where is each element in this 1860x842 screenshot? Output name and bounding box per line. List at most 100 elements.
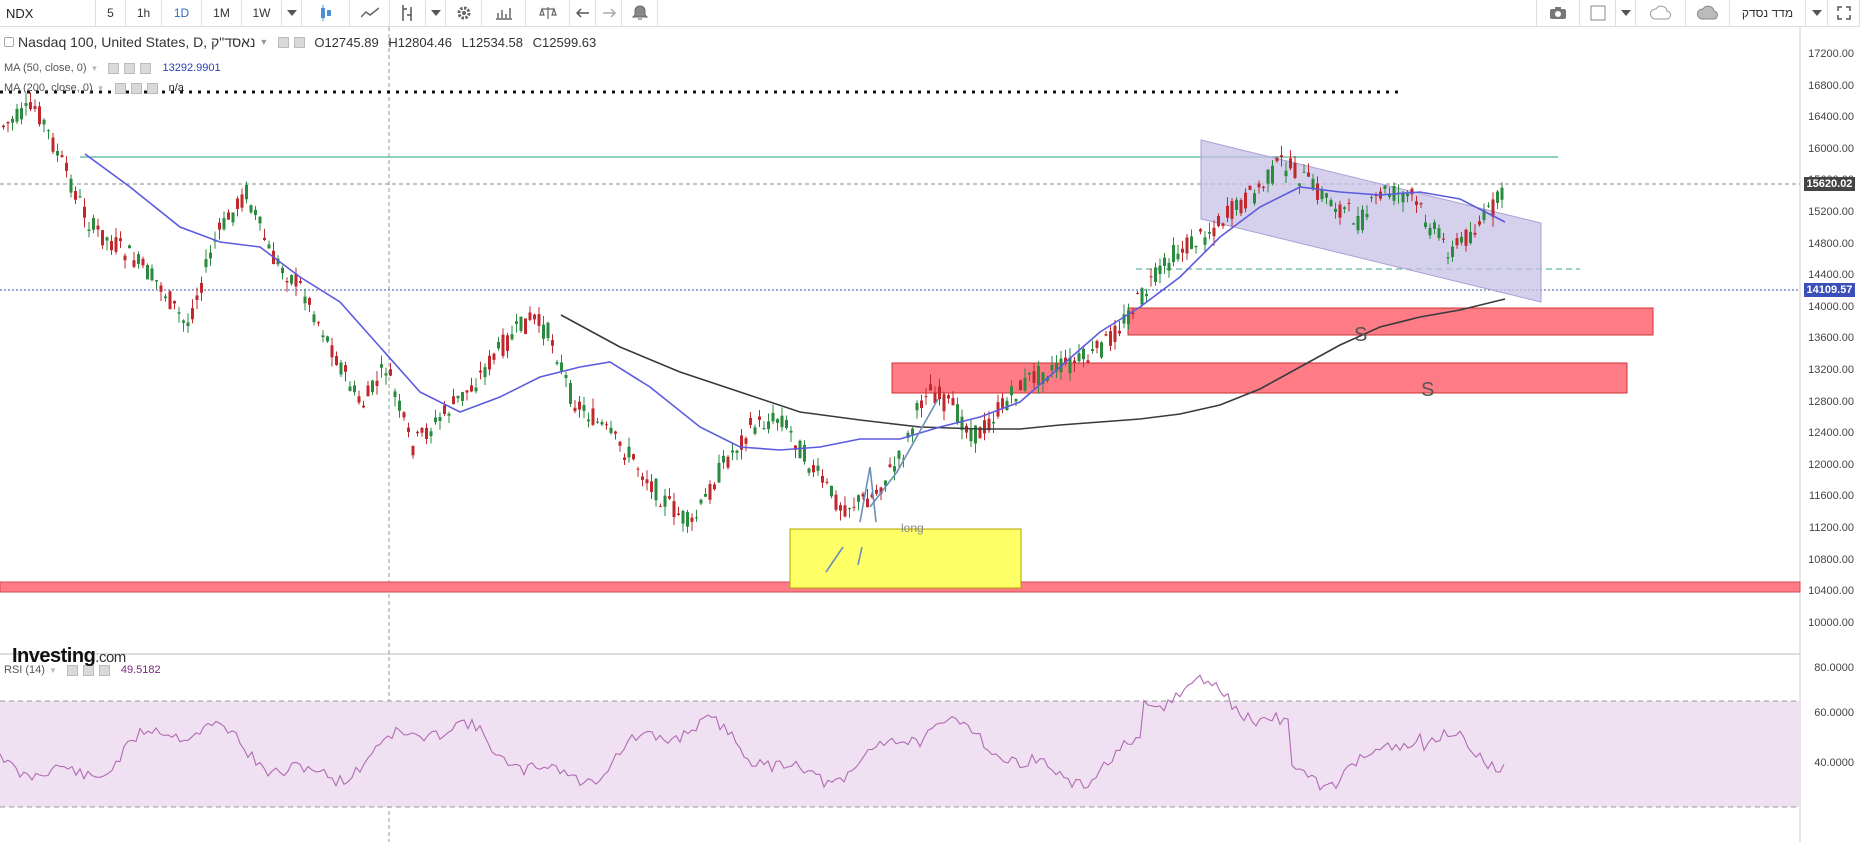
interval-1w[interactable]: 1W [242,0,282,26]
candle-body [371,380,374,393]
interval-dropdown-icon[interactable] [282,0,302,26]
candle-body [677,513,680,515]
line-style-icon[interactable] [350,0,390,26]
candle-body [1181,248,1184,253]
candle-body [137,254,140,264]
candle-body [1293,162,1297,179]
candle-body [605,424,608,426]
candle-body [218,222,221,230]
layout-dropdown-icon[interactable] [1616,0,1636,26]
fullscreen-icon[interactable] [1828,0,1860,26]
interval-1h[interactable]: 1h [126,0,162,26]
candle-body [1194,245,1198,248]
undo-icon[interactable] [570,0,596,26]
candle-body [636,468,640,470]
candle-body [186,322,190,327]
price-chart[interactable] [0,27,1860,842]
candle-body [236,198,239,209]
cloud-download-icon[interactable] [1636,0,1686,26]
ma50-eye-icon[interactable] [108,62,120,74]
candle-body [1491,199,1495,217]
candle-body [501,334,505,357]
candle-body [690,517,694,522]
candle-body [177,312,181,314]
candle-body [1091,348,1094,351]
candle-body [249,205,253,213]
ma200-close-icon[interactable] [146,82,158,94]
candle-body [105,237,109,241]
candle-body [1383,185,1387,189]
candle-body [866,498,869,508]
price-axis-tick: 12400.00 [1808,427,1854,440]
candle-body [1262,186,1265,189]
candle-body [920,400,923,409]
candle-body [1149,276,1153,278]
ma200-value: n/a [168,82,184,94]
ma50-gear-icon[interactable] [124,62,136,74]
close-value: 12599.63 [542,34,597,50]
interval-1d[interactable]: 1D [162,0,202,26]
candle-body [429,431,433,437]
price-axis-tick: 16000.00 [1808,142,1854,155]
saved-dropdown-icon[interactable] [1806,0,1828,26]
candle-body [92,218,95,230]
settings-gear-icon[interactable] [446,0,482,26]
candle-body [119,238,122,242]
candle-body [1433,222,1436,229]
bar-chart-icon[interactable] [482,0,526,26]
price-axis-tick: 13200.00 [1808,364,1854,376]
interval-1m[interactable]: 1M [202,0,242,26]
candle-body [317,322,320,324]
candle-body [924,396,928,398]
candle-body [1298,183,1301,186]
candle-body [443,405,446,414]
interval-5m[interactable]: 5 [96,0,126,26]
ma200-eye-icon[interactable] [114,82,126,94]
compare-scale-icon[interactable] [526,0,570,26]
camera-icon[interactable] [1536,0,1580,26]
candle-body [1230,201,1234,219]
settings-small-icon[interactable] [294,36,306,48]
current-price-badge: 14109.57 [1804,283,1855,297]
symbol-input[interactable]: NDX [0,0,96,26]
candle-body [888,464,892,468]
candle-body [1455,238,1459,246]
layout-icon[interactable] [1580,0,1616,26]
indicators-dropdown-icon[interactable] [426,0,446,26]
price-axis-tick: 15200.00 [1808,206,1854,218]
candle-body [1424,222,1427,227]
candle-body [614,431,617,434]
chart-area[interactable]: Nasdaq 100, United States, D, נאסד"ק ▼ O… [0,27,1860,842]
ma200-gear-icon[interactable] [130,82,142,94]
resistance-price-badge: 15620.02 [1804,177,1855,191]
candle-body [1451,246,1454,257]
candle-body [1410,188,1414,195]
ma50-close-icon[interactable] [140,62,152,74]
candle-body [6,122,10,124]
cloud-upload-icon[interactable] [1686,0,1730,26]
candle-body [204,259,208,268]
candle-body [1217,216,1220,227]
candle-body [227,212,230,220]
candle-body [398,400,401,411]
indicators-icon[interactable] [390,0,426,26]
candle-body [627,446,631,458]
candle-body [353,385,356,393]
candle-body [1185,237,1189,254]
candle-body [1172,245,1175,263]
redo-icon[interactable] [596,0,622,26]
saved-charts-menu[interactable]: מדד נסדק [1730,0,1806,26]
candle-body [1316,183,1319,200]
candle-body [1343,207,1346,209]
candle-body [1221,223,1225,227]
price-axis-tick: 13600.00 [1808,332,1854,345]
candle-body [38,106,41,125]
ma200-dropdown-icon[interactable]: ▼ [97,84,105,93]
collapse-legend-icon[interactable] [4,37,14,47]
candle-style-icon[interactable] [302,0,350,26]
alert-bell-icon[interactable] [622,0,658,26]
legend-dropdown-icon[interactable]: ▼ [259,37,268,47]
visibility-icon[interactable] [278,36,290,48]
candle-body [285,281,289,283]
ma50-dropdown-icon[interactable]: ▼ [91,64,99,73]
